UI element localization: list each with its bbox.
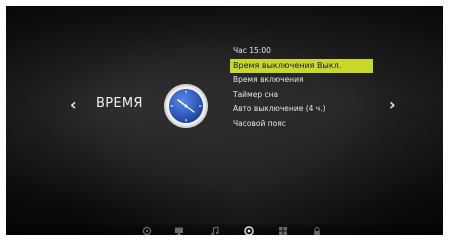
previous-section-arrow[interactable]: ‹ <box>70 95 77 114</box>
menu-item-timezone[interactable]: Часовой пояс <box>230 117 380 132</box>
settings-menu: Час 15:00 Время выключения Выкл. Время в… <box>230 44 380 131</box>
menu-item-on-time[interactable]: Время включения <box>230 73 380 88</box>
grid-icon[interactable] <box>278 226 288 235</box>
tv-menu-screen: ‹ ВРЕМЯ Час 15:00 Время выключения Выкл.… <box>6 6 443 235</box>
picture-icon[interactable] <box>142 226 152 235</box>
music-icon[interactable] <box>210 226 220 235</box>
bottom-nav-icons <box>6 226 443 235</box>
next-section-arrow[interactable]: › <box>389 95 396 114</box>
screen-icon[interactable] <box>174 226 184 235</box>
clock-tab-icon[interactable] <box>244 226 254 235</box>
menu-item-sleep-timer[interactable]: Таймер сна <box>230 88 380 103</box>
section-title: ВРЕМЯ <box>96 96 143 111</box>
menu-item-off-time[interactable]: Время выключения Выкл. <box>230 58 373 73</box>
clock-icon <box>164 84 208 128</box>
lock-icon[interactable] <box>312 226 322 235</box>
menu-item-auto-off[interactable]: Авто выключение (4 ч.) <box>230 102 380 117</box>
menu-item-hour[interactable]: Час 15:00 <box>230 44 380 59</box>
